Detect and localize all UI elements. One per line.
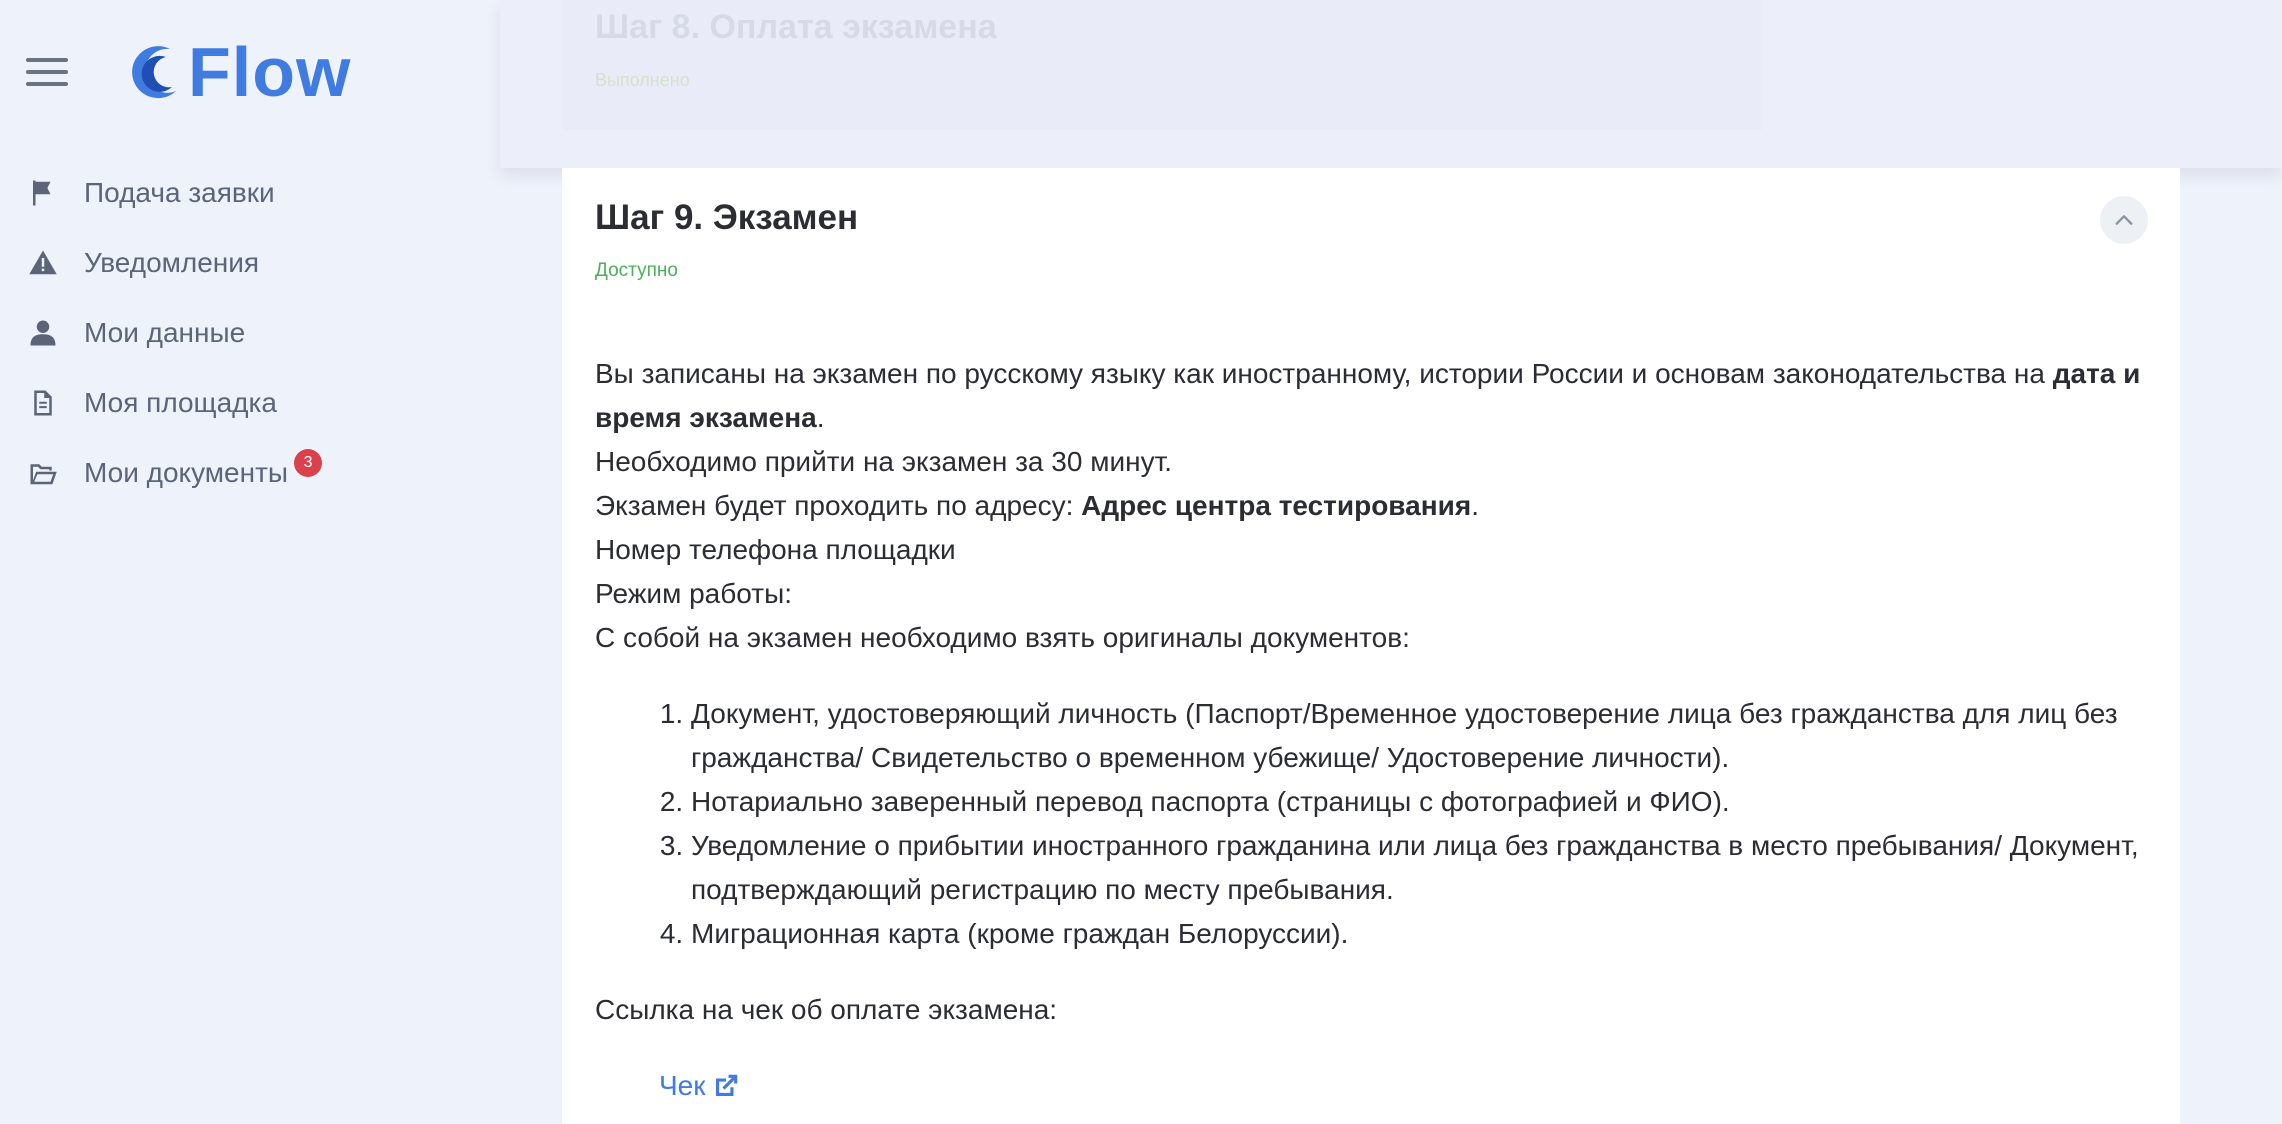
warning-icon [26, 246, 60, 280]
user-icon [26, 316, 60, 350]
flag-icon [26, 176, 60, 210]
sidebar-item-application[interactable]: Подача заявки [0, 158, 500, 228]
receipt-intro: Ссылка на чек об оплате экзамена: [595, 994, 1058, 1025]
address-line: Экзамен будет проходить по адресу: Адрес… [595, 490, 1479, 521]
list-item: Нотариально заверенный перевод паспорта … [691, 780, 2155, 824]
step-card: Шаг 9. Экзамен Доступно Вы записаны на э… [562, 168, 2180, 1124]
previous-step-status: Выполнено [595, 70, 690, 90]
documents-list: Документ, удостоверяющий личность (Паспо… [595, 692, 2155, 956]
sidebar-item-label: Мои документы [84, 457, 289, 488]
receipt-link[interactable]: Чек [659, 1064, 741, 1108]
sidebar-item-label: Моя площадка [84, 387, 277, 418]
menu-toggle-icon[interactable] [26, 58, 68, 86]
step-title: Шаг 9. Экзамен [595, 198, 859, 237]
receipt-link-label: Чек [659, 1070, 706, 1101]
document-icon [26, 386, 60, 420]
list-item: Уведомление о прибытии иностранного граж… [691, 824, 2155, 912]
sidebar-item-label: Уведомления [84, 247, 260, 278]
step-status: Доступно [595, 260, 678, 281]
sidebar-item-notifications[interactable]: Уведомления [0, 228, 500, 298]
arrive-text: Необходимо прийти на экзамен за 30 минут… [595, 446, 1173, 477]
phone-label: Номер телефона площадки [595, 534, 956, 565]
documents-intro: С собой на экзамен необходимо взять ориг… [595, 622, 1410, 653]
exam-address: Адрес центра тестирования [1081, 490, 1472, 521]
sidebar-nav: Подача заявки Уведомления Мои данные Моя… [0, 158, 500, 508]
previous-step-title: Шаг 8. Оплата экзамена [595, 8, 997, 46]
sidebar-item-my-site[interactable]: Моя площадка [0, 368, 500, 438]
notification-badge: 3 [294, 449, 323, 477]
hours-label: Режим работы: [595, 578, 792, 609]
list-item: Миграционная карта (кроме граждан Белору… [691, 912, 2155, 956]
sidebar-item-label: Подача заявки [84, 177, 275, 208]
address-prefix: Экзамен будет проходить по адресу: [595, 490, 1082, 521]
logo-text: Flow [188, 33, 352, 111]
folder-open-icon [26, 456, 60, 490]
app-logo[interactable]: Flow [126, 30, 351, 114]
exam-intro-text: Вы записаны на экзамен по русскому языку… [595, 358, 2045, 389]
sidebar-item-label: Мои данные [84, 317, 246, 348]
collapse-button[interactable] [2100, 196, 2148, 244]
flow-logo-icon [132, 46, 176, 99]
sidebar-item-my-data[interactable]: Мои данные [0, 298, 500, 368]
receipt-link-row: Чек [595, 1064, 2155, 1108]
sidebar: Flow Подача заявки Уведомления Мои данны… [0, 0, 500, 1124]
sidebar-item-my-documents[interactable]: Мои документы 3 [0, 438, 500, 508]
chevron-up-icon [2115, 215, 2133, 225]
external-link-icon [716, 1074, 738, 1096]
exam-info-paragraph: Вы записаны на экзамен по русскому языку… [595, 358, 2141, 433]
list-item: Документ, удостоверяющий личность (Паспо… [691, 692, 2155, 780]
step-content: Вы записаны на экзамен по русскому языку… [595, 352, 2155, 1108]
